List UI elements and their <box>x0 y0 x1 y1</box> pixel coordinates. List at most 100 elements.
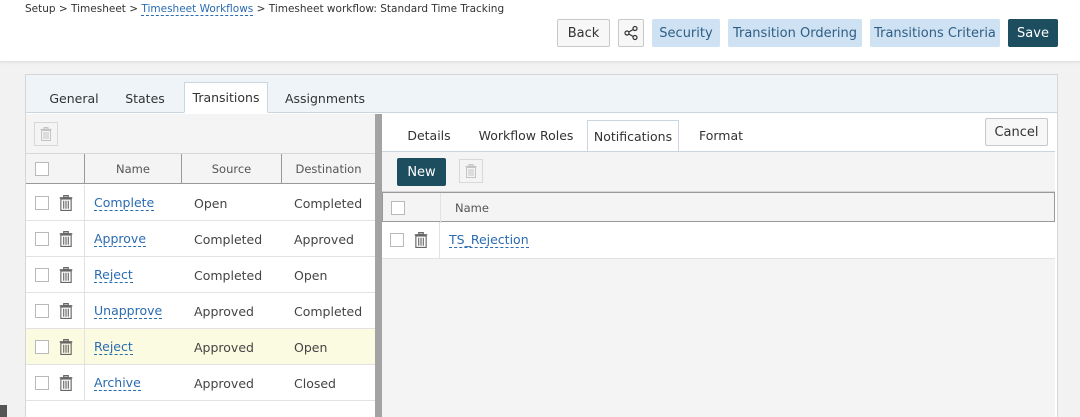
tab-states[interactable]: States <box>117 83 173 113</box>
trash-icon[interactable] <box>414 232 428 248</box>
detail-tabs: Details Workflow Roles Notifications For… <box>382 114 1057 152</box>
transition-source-cell: Open <box>194 195 228 211</box>
transition-row[interactable]: Unapprove Approved Completed <box>26 293 375 329</box>
transition-destination-cell: Completed <box>294 303 363 319</box>
main-tabs: General States Transitions Assignments <box>26 75 1057 113</box>
top-bar: Setup > Timesheet > Timesheet Workflows … <box>0 0 1080 62</box>
new-notification-button[interactable]: New <box>397 158 446 186</box>
transition-row[interactable]: Reject Approved Open <box>26 329 375 365</box>
column-header-name[interactable]: Name <box>84 154 181 184</box>
row-checkbox[interactable] <box>35 304 49 318</box>
trash-icon[interactable] <box>59 231 73 247</box>
row-checkbox-cell <box>35 329 49 365</box>
transitions-grid-header: Name Source Destination <box>26 154 375 184</box>
select-all-checkbox[interactable] <box>35 162 49 176</box>
tab-workflow-roles[interactable]: Workflow Roles <box>470 120 582 151</box>
transition-name-link[interactable]: Archive <box>94 375 141 391</box>
column-header-destination[interactable]: Destination <box>281 154 375 184</box>
transitions-criteria-button[interactable]: Transitions Criteria <box>870 19 1000 47</box>
transition-name-cell: Reject <box>94 329 133 365</box>
transition-row[interactable]: Reject Completed Open <box>26 257 375 293</box>
breadcrumb-current: > Timesheet workflow: Standard Time Trac… <box>253 3 505 15</box>
share-icon <box>624 25 638 41</box>
workflow-panel: General States Transitions Assignments N… <box>25 74 1058 417</box>
column-divider <box>84 293 85 329</box>
row-checkbox-cell <box>35 365 49 401</box>
notification-name-cell: TS_Rejection <box>449 222 529 258</box>
column-divider <box>84 185 85 221</box>
row-checkbox[interactable] <box>35 376 49 390</box>
trash-icon[interactable] <box>59 375 73 391</box>
row-delete-cell <box>59 293 73 329</box>
row-delete-cell <box>59 329 73 365</box>
transition-destination-cell: Completed <box>294 195 363 211</box>
transition-source-cell: Completed <box>194 231 263 247</box>
trash-icon[interactable] <box>59 267 73 283</box>
notification-row[interactable]: TS_Rejection <box>382 222 1055 259</box>
transition-row[interactable]: Complete Open Completed <box>26 185 375 221</box>
breadcrumb-prefix: Setup > Timesheet > <box>25 3 142 15</box>
delete-notification-button[interactable] <box>459 159 483 183</box>
transition-source-cell: Approved <box>194 375 254 391</box>
column-divider <box>439 222 440 259</box>
breadcrumb: Setup > Timesheet > Timesheet Workflows … <box>25 3 505 16</box>
column-divider <box>84 365 85 401</box>
row-checkbox-cell <box>35 293 49 329</box>
notifications-select-all-cell <box>383 193 440 223</box>
row-checkbox[interactable] <box>35 232 49 246</box>
column-divider <box>84 221 85 257</box>
notifications-toolbar: New <box>382 152 1055 192</box>
transition-row[interactable]: Approve Completed Approved <box>26 221 375 257</box>
transition-name-link[interactable]: Approve <box>94 231 147 247</box>
trash-icon[interactable] <box>59 303 73 319</box>
transition-name-cell: Approve <box>94 221 147 257</box>
transition-source-cell: Completed <box>194 267 263 283</box>
column-divider <box>84 329 85 365</box>
row-checkbox-cell <box>35 257 49 293</box>
tab-assignments[interactable]: Assignments <box>280 83 370 113</box>
transition-row[interactable]: Archive Approved Closed <box>26 365 375 401</box>
row-checkbox-cell <box>35 185 49 221</box>
delete-selected-button[interactable] <box>34 122 58 146</box>
transition-ordering-button[interactable]: Transition Ordering <box>728 19 862 47</box>
notifications-grid-header: Name <box>382 192 1055 223</box>
transition-name-link[interactable]: Reject <box>94 339 133 355</box>
transition-source-cell: Approved <box>194 303 254 319</box>
tab-details[interactable]: Details <box>398 120 460 151</box>
row-delete-cell <box>59 365 73 401</box>
notifications-select-all-checkbox[interactable] <box>391 201 405 215</box>
pane-splitter[interactable] <box>375 114 382 417</box>
security-button[interactable]: Security <box>652 19 720 47</box>
row-checkbox[interactable] <box>35 196 49 210</box>
row-delete-cell <box>59 257 73 293</box>
notifications-empty-area <box>382 259 1055 417</box>
tab-general[interactable]: General <box>42 83 106 113</box>
tab-format[interactable]: Format <box>690 120 752 151</box>
share-button[interactable] <box>618 19 644 47</box>
transition-name-link[interactable]: Reject <box>94 267 133 283</box>
trash-icon <box>465 164 477 178</box>
save-button[interactable]: Save <box>1008 19 1058 47</box>
row-checkbox[interactable] <box>35 340 49 354</box>
transition-source-cell: Approved <box>194 339 254 355</box>
transition-name-link[interactable]: Complete <box>94 195 155 211</box>
transition-name-cell: Complete <box>94 185 155 221</box>
back-button[interactable]: Back <box>557 19 610 47</box>
row-checkbox[interactable] <box>35 268 49 282</box>
trash-icon[interactable] <box>59 339 73 355</box>
corner-marker <box>0 405 7 417</box>
notification-name-link[interactable]: TS_Rejection <box>449 232 529 248</box>
trash-icon[interactable] <box>59 195 73 211</box>
select-all-cell <box>26 154 84 184</box>
column-header-notification-name[interactable]: Name <box>440 193 1054 223</box>
cancel-button[interactable]: Cancel <box>985 118 1048 146</box>
breadcrumb-link-timesheet-workflows[interactable]: Timesheet Workflows <box>141 3 254 16</box>
transition-name-link[interactable]: Unapprove <box>94 303 163 319</box>
transitions-pane: Name Source Destination Complete Open Comp… <box>26 114 375 417</box>
details-pane: Details Workflow Roles Notifications For… <box>382 114 1057 417</box>
row-checkbox[interactable] <box>390 233 404 247</box>
row-checkbox-cell <box>390 222 404 258</box>
tab-transitions[interactable]: Transitions <box>184 82 268 113</box>
tab-notifications[interactable]: Notifications <box>587 120 679 152</box>
column-header-source[interactable]: Source <box>181 154 281 184</box>
